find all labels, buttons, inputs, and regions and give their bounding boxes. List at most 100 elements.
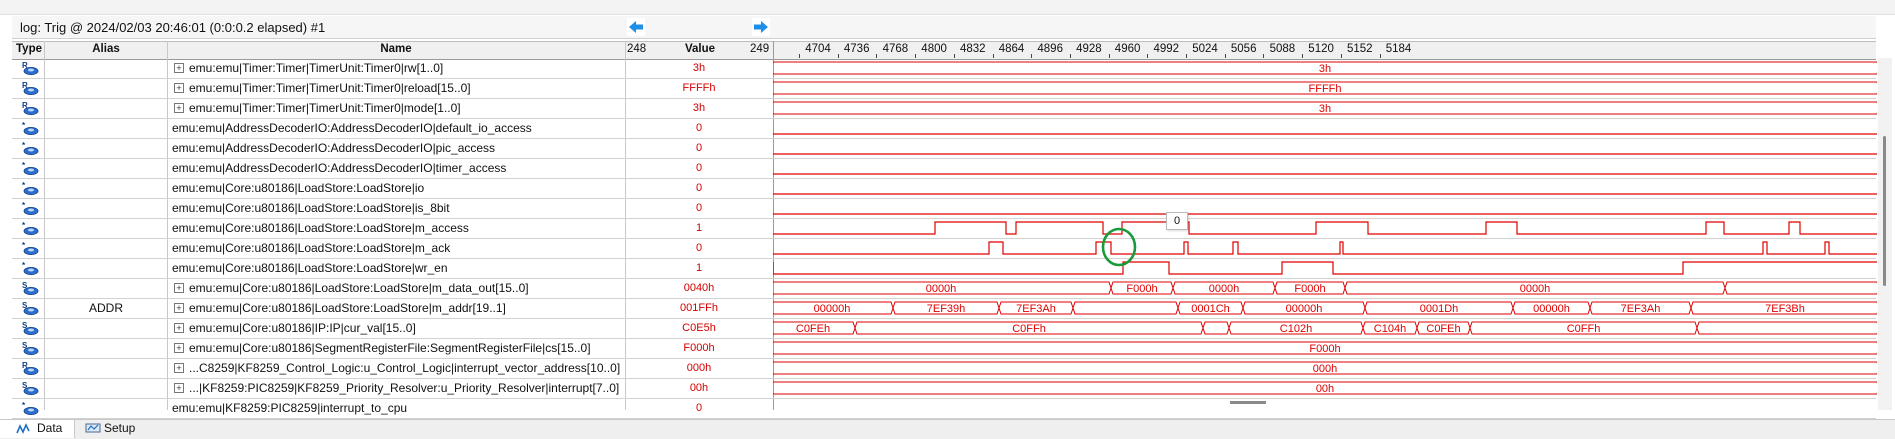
expand-toggle[interactable]: +	[174, 63, 184, 73]
svg-text:S: S	[22, 341, 28, 350]
bus-segment	[1202, 321, 1230, 335]
signal-name: emu:emu|Core:u80186|LoadStore:LoadStore|…	[172, 181, 425, 195]
signal-type-icon: *	[22, 261, 39, 275]
time-tick-label: 5056	[1230, 43, 1257, 55]
time-tick-label: 4832	[960, 43, 986, 55]
signal-name: emu:emu|AddressDecoderIO:AddressDecoderI…	[172, 161, 507, 175]
signal-value: 1	[695, 262, 703, 274]
signal-type-icon: *	[22, 241, 39, 255]
svg-text:S: S	[22, 281, 28, 290]
bus-value-label: 0000h	[926, 283, 957, 295]
signal-value: 0	[695, 202, 703, 214]
waveform-area[interactable]: 3hFFFFh3h0000h F000h 0000h F000h 0000h00000h…	[773, 58, 1877, 410]
signal-name: emu:emu|Timer:Timer|TimerUnit:Timer0|rw[…	[189, 61, 444, 75]
time-tick-label: 4992	[1153, 43, 1180, 55]
expand-toggle[interactable]: +	[174, 383, 184, 393]
time-tick-label: 4800	[921, 43, 947, 55]
header-alias[interactable]: Alias	[45, 43, 167, 55]
bus-value-label: F000h	[1126, 283, 1157, 295]
signal-name: emu:emu|Core:u80186|LoadStore:LoadStore|…	[189, 301, 506, 315]
signal-name: emu:emu|AddressDecoderIO:AddressDecoderI…	[172, 121, 532, 135]
svg-text:S: S	[22, 301, 28, 310]
bus-value-label: 000h	[1313, 363, 1337, 375]
expand-toggle[interactable]: +	[174, 283, 184, 293]
signal-value: F000h	[683, 342, 715, 354]
digital-wave	[773, 261, 1877, 275]
value-tooltip: 0	[1166, 212, 1188, 230]
signal-value: 0040h	[683, 282, 715, 294]
signal-value: 00h	[689, 382, 709, 394]
signal-value: 3h	[692, 62, 706, 74]
bus-segment	[1072, 301, 1179, 315]
horizontal-scroll-thumb[interactable]	[1230, 401, 1266, 404]
time-tick-label: 4704	[805, 43, 831, 55]
signal-value: 0	[695, 242, 703, 254]
signal-type-icon: *	[22, 161, 39, 175]
signal-name: emu:emu|Timer:Timer|TimerUnit:Timer0|mod…	[189, 101, 461, 115]
tab-data-label: Data	[37, 421, 63, 435]
bus-value-label: FFFFh	[1309, 83, 1342, 95]
signal-value: 0	[695, 162, 703, 174]
signal-type-icon: S	[22, 341, 39, 355]
bus-segment	[1724, 281, 1877, 295]
expand-toggle[interactable]: +	[174, 303, 184, 313]
signal-name: emu:emu|Core:u80186|LoadStore:LoadStore|…	[172, 201, 450, 215]
setup-icon	[85, 423, 101, 433]
signal-type-icon: *	[22, 181, 39, 195]
bus-value-label: C104h	[1374, 323, 1406, 335]
arrow-left-icon[interactable]	[627, 18, 645, 36]
bus-value-label: 00000h	[814, 303, 851, 315]
bus-value-label: 7EF3Ah	[1621, 303, 1661, 315]
header-name[interactable]: Name	[168, 43, 624, 55]
expand-toggle[interactable]: +	[174, 323, 184, 333]
time-tick-label: 4736	[843, 43, 870, 55]
bus-value-label: F000h	[1309, 343, 1340, 355]
expand-toggle[interactable]: +	[174, 103, 184, 113]
expand-toggle[interactable]: +	[174, 363, 184, 373]
signal-type-icon: R	[22, 361, 39, 375]
signal-name: emu:emu|Core:u80186|LoadStore:LoadStore|…	[172, 261, 448, 275]
svg-text:R: R	[22, 81, 28, 90]
signal-name: emu:emu|Core:u80186|LoadStore:LoadStore|…	[172, 221, 469, 235]
time-tick-label: 4960	[1114, 43, 1141, 55]
vertical-scroll-thumb[interactable]	[1883, 136, 1886, 286]
bus-value-label: 0001Dh	[1420, 303, 1459, 315]
signal-value: 0	[695, 402, 703, 414]
time-tick-label: 5088	[1269, 43, 1296, 55]
header-value-left-bound: 248	[627, 43, 647, 55]
arrow-right-icon[interactable]	[752, 18, 770, 36]
signal-value: FFFFh	[682, 82, 716, 94]
signal-name: emu:emu|Timer:Timer|TimerUnit:Timer0|rel…	[189, 81, 471, 95]
bottom-tab-bar	[0, 419, 1895, 439]
bus-value-label: 7EF39h	[927, 303, 966, 315]
bus-value-label: F000h	[1294, 283, 1325, 295]
bus-value-label: C0FFh	[1567, 323, 1601, 335]
signal-name: emu:emu|AddressDecoderIO:AddressDecoderI…	[172, 141, 496, 155]
bus-value-label: 0001Ch	[1191, 303, 1230, 315]
signal-type-icon: S	[22, 281, 39, 295]
signal-type-icon: *	[22, 221, 39, 235]
signal-name: emu:emu|Core:u80186|LoadStore:LoadStore|…	[172, 241, 451, 255]
bus-value-label: C0FEh	[796, 323, 830, 335]
signal-type-icon: *	[22, 121, 39, 135]
time-tick-label: 5152	[1347, 43, 1373, 55]
signal-type-icon: R	[22, 81, 39, 95]
signal-alias: ADDR	[88, 301, 123, 315]
time-tick-label: 4896	[1037, 43, 1063, 55]
signal-value: C0E5h	[682, 322, 716, 334]
signal-type-icon: R	[22, 101, 39, 115]
svg-text:R: R	[22, 361, 28, 370]
expand-toggle[interactable]: +	[174, 83, 184, 93]
bus-value-label: C0FFh	[1012, 323, 1046, 335]
header-type[interactable]: Type	[14, 43, 44, 55]
time-tick-label: 5184	[1385, 43, 1412, 55]
top-strip	[0, 0, 1895, 15]
signal-value: 3h	[692, 102, 706, 114]
signal-type-icon: *	[22, 201, 39, 215]
header-value[interactable]: Value	[676, 43, 724, 55]
signal-name: emu:emu|Core:u80186|LoadStore:LoadStore|…	[189, 281, 529, 295]
time-tick-label: 4928	[1076, 43, 1102, 55]
signal-type-icon: S	[22, 381, 39, 395]
expand-toggle[interactable]: +	[174, 343, 184, 353]
bus-value-label: 0000h	[1209, 283, 1240, 295]
